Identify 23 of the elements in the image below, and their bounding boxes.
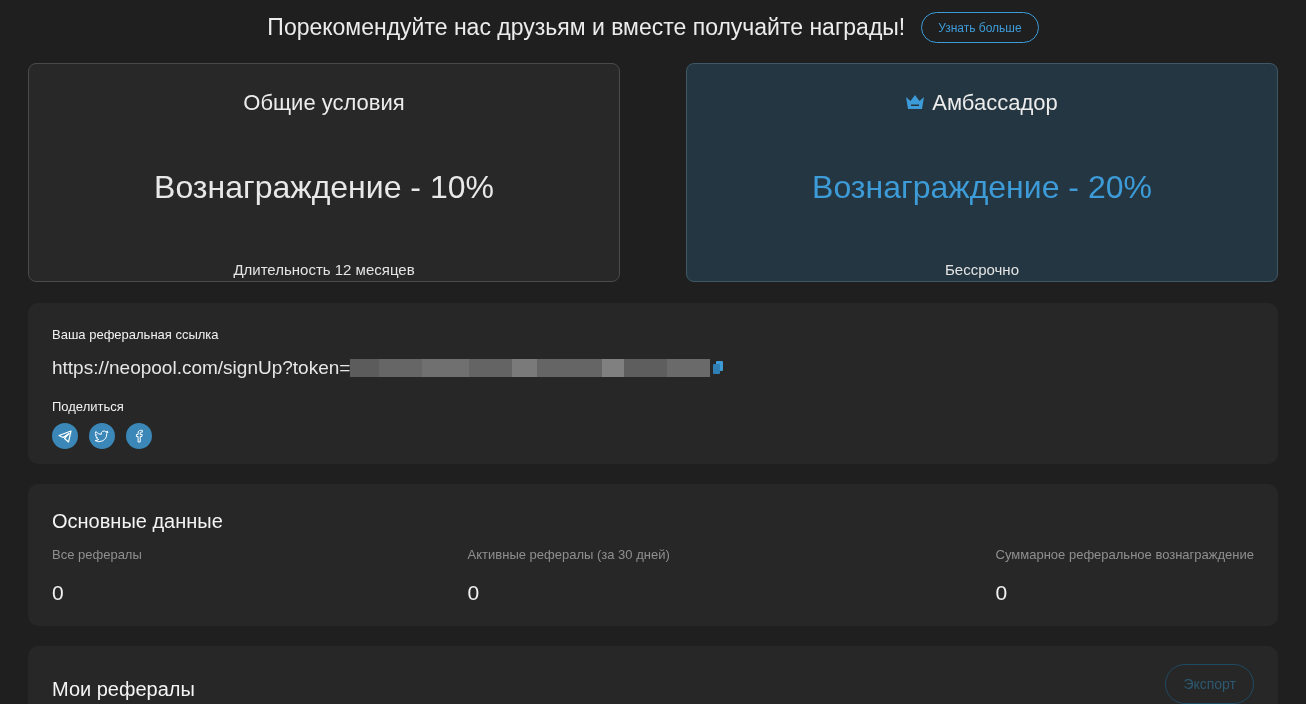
section-title: Мои рефералы [52,677,195,702]
plan-title: Амбассадор [932,88,1058,117]
banner-text: Порекомендуйте нас друзьям и вместе получайте награды! [267,13,906,43]
stat-value: 0 [52,579,65,606]
stat-value: 0 [995,579,1009,606]
duration-text: Длительность 12 месяцев [232,260,416,280]
letter-f-icon[interactable] [126,422,152,449]
paper-plane-icon[interactable] [52,422,78,449]
referral-link[interactable]: https://neopool.com/signUp?token= [52,353,351,382]
reward-text: Вознаграждение - 20% [811,168,1153,207]
section-title: Основные данные [52,509,224,534]
stat-value: 0 [467,579,481,606]
reward-text: Вознаграждение - 10% [153,168,495,207]
crown-icon [906,95,925,109]
stat-label: Суммарное реферальное вознаграждение [995,546,1254,564]
share-label: Поделиться [52,398,125,416]
referral-link-label: Ваша реферальная ссылка [52,326,220,344]
copy-icon[interactable] [713,361,724,375]
stat-label: Активные рефералы (за 30 дней) [467,546,670,564]
bird-icon[interactable] [89,422,115,449]
plan-title: Общие условия [243,88,405,117]
duration-text: Бессрочно [944,260,1020,280]
stat-label: Все рефералы [52,546,142,564]
